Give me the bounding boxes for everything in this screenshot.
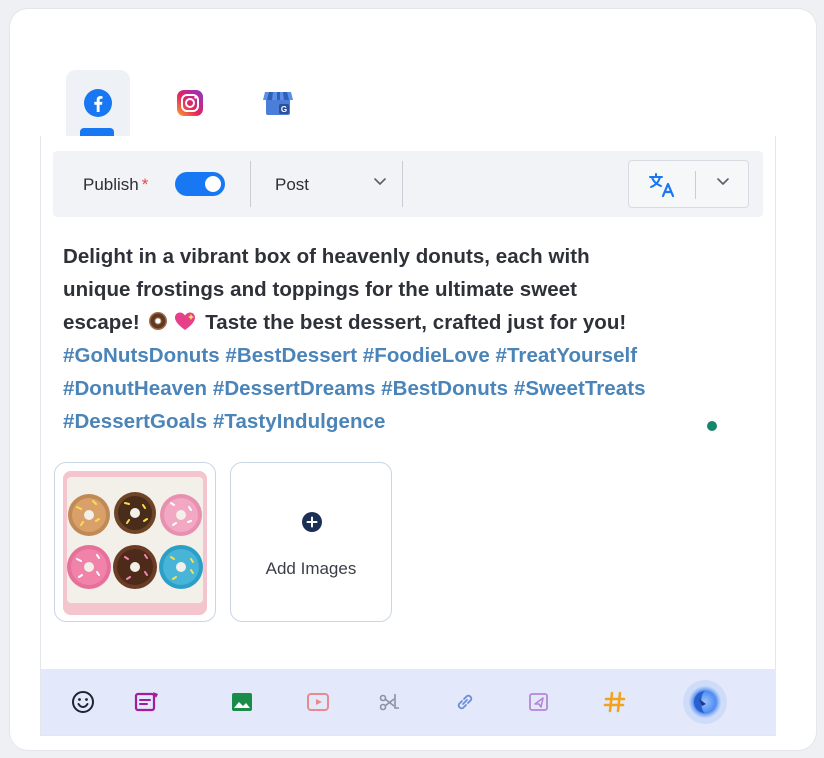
toggle-knob [205, 176, 221, 192]
media-thumbnail-card[interactable] [54, 462, 216, 622]
chevron-down-icon[interactable] [716, 177, 730, 187]
plus-circle-icon [302, 512, 322, 532]
add-video-button[interactable] [305, 689, 331, 715]
divider [402, 161, 403, 207]
hashtags-line: #GoNutsDonuts #BestDessert #FoodieLove #… [63, 344, 638, 367]
composer-tools-bar [41, 669, 776, 735]
publish-toggle[interactable] [175, 172, 225, 196]
tab-google-business[interactable]: G [246, 70, 310, 136]
ai-assistant-icon [683, 680, 727, 724]
crop-button[interactable] [376, 689, 402, 715]
caption-button[interactable] [134, 689, 160, 715]
add-images-label: Add Images [265, 559, 357, 578]
add-image-button[interactable] [229, 689, 255, 715]
translate-control[interactable] [628, 160, 749, 208]
sparkling-heart-emoji-icon [175, 312, 196, 330]
image-icon [232, 693, 252, 711]
publish-label: Publish * [83, 175, 149, 194]
facebook-icon [84, 89, 112, 117]
caption-icon [134, 692, 158, 712]
post-type-select[interactable]: Post [265, 161, 395, 207]
google-business-icon: G [263, 92, 293, 115]
active-tab-indicator [80, 128, 114, 136]
crop-icon [379, 694, 399, 711]
post-body-line: unique frostings and toppings for the ul… [63, 278, 577, 301]
emoji-icon [72, 691, 94, 713]
add-images-button[interactable]: Add Images [230, 462, 392, 622]
divider [695, 171, 696, 199]
hashtags-line: #DonutHeaven #DessertDreams #BestDonuts … [63, 377, 646, 400]
link-button[interactable] [452, 689, 478, 715]
post-body-line: escape! Taste the best dessert, crafted … [63, 311, 627, 334]
link-icon [457, 694, 473, 710]
divider [250, 161, 251, 207]
emoji-button[interactable] [70, 689, 96, 715]
status-dot [707, 421, 717, 431]
svg-text:G: G [281, 105, 287, 114]
hashtags-line: #DessertGoals #TastyIndulgence [63, 410, 386, 433]
send-icon [529, 693, 548, 711]
hashtag-button[interactable] [602, 689, 628, 715]
tab-facebook[interactable] [66, 70, 130, 136]
chevron-down-icon [374, 178, 386, 185]
hashtag-icon [603, 691, 626, 713]
post-type-value: Post [275, 175, 310, 194]
tab-instagram[interactable] [158, 70, 222, 136]
post-body-line: Delight in a vibrant box of heavenly don… [63, 245, 590, 268]
post-text-editor[interactable]: Delight in a vibrant box of heavenly don… [63, 240, 743, 438]
donut-emoji-icon [149, 312, 168, 330]
instagram-icon [177, 90, 203, 116]
send-button[interactable] [526, 689, 552, 715]
required-mark: * [141, 175, 149, 194]
donut-box-image [63, 471, 207, 615]
translate-icon [649, 173, 675, 198]
composer-toolbar: Publish * Post [53, 151, 763, 217]
ai-assistant-button[interactable] [682, 679, 728, 725]
video-icon [307, 693, 329, 711]
